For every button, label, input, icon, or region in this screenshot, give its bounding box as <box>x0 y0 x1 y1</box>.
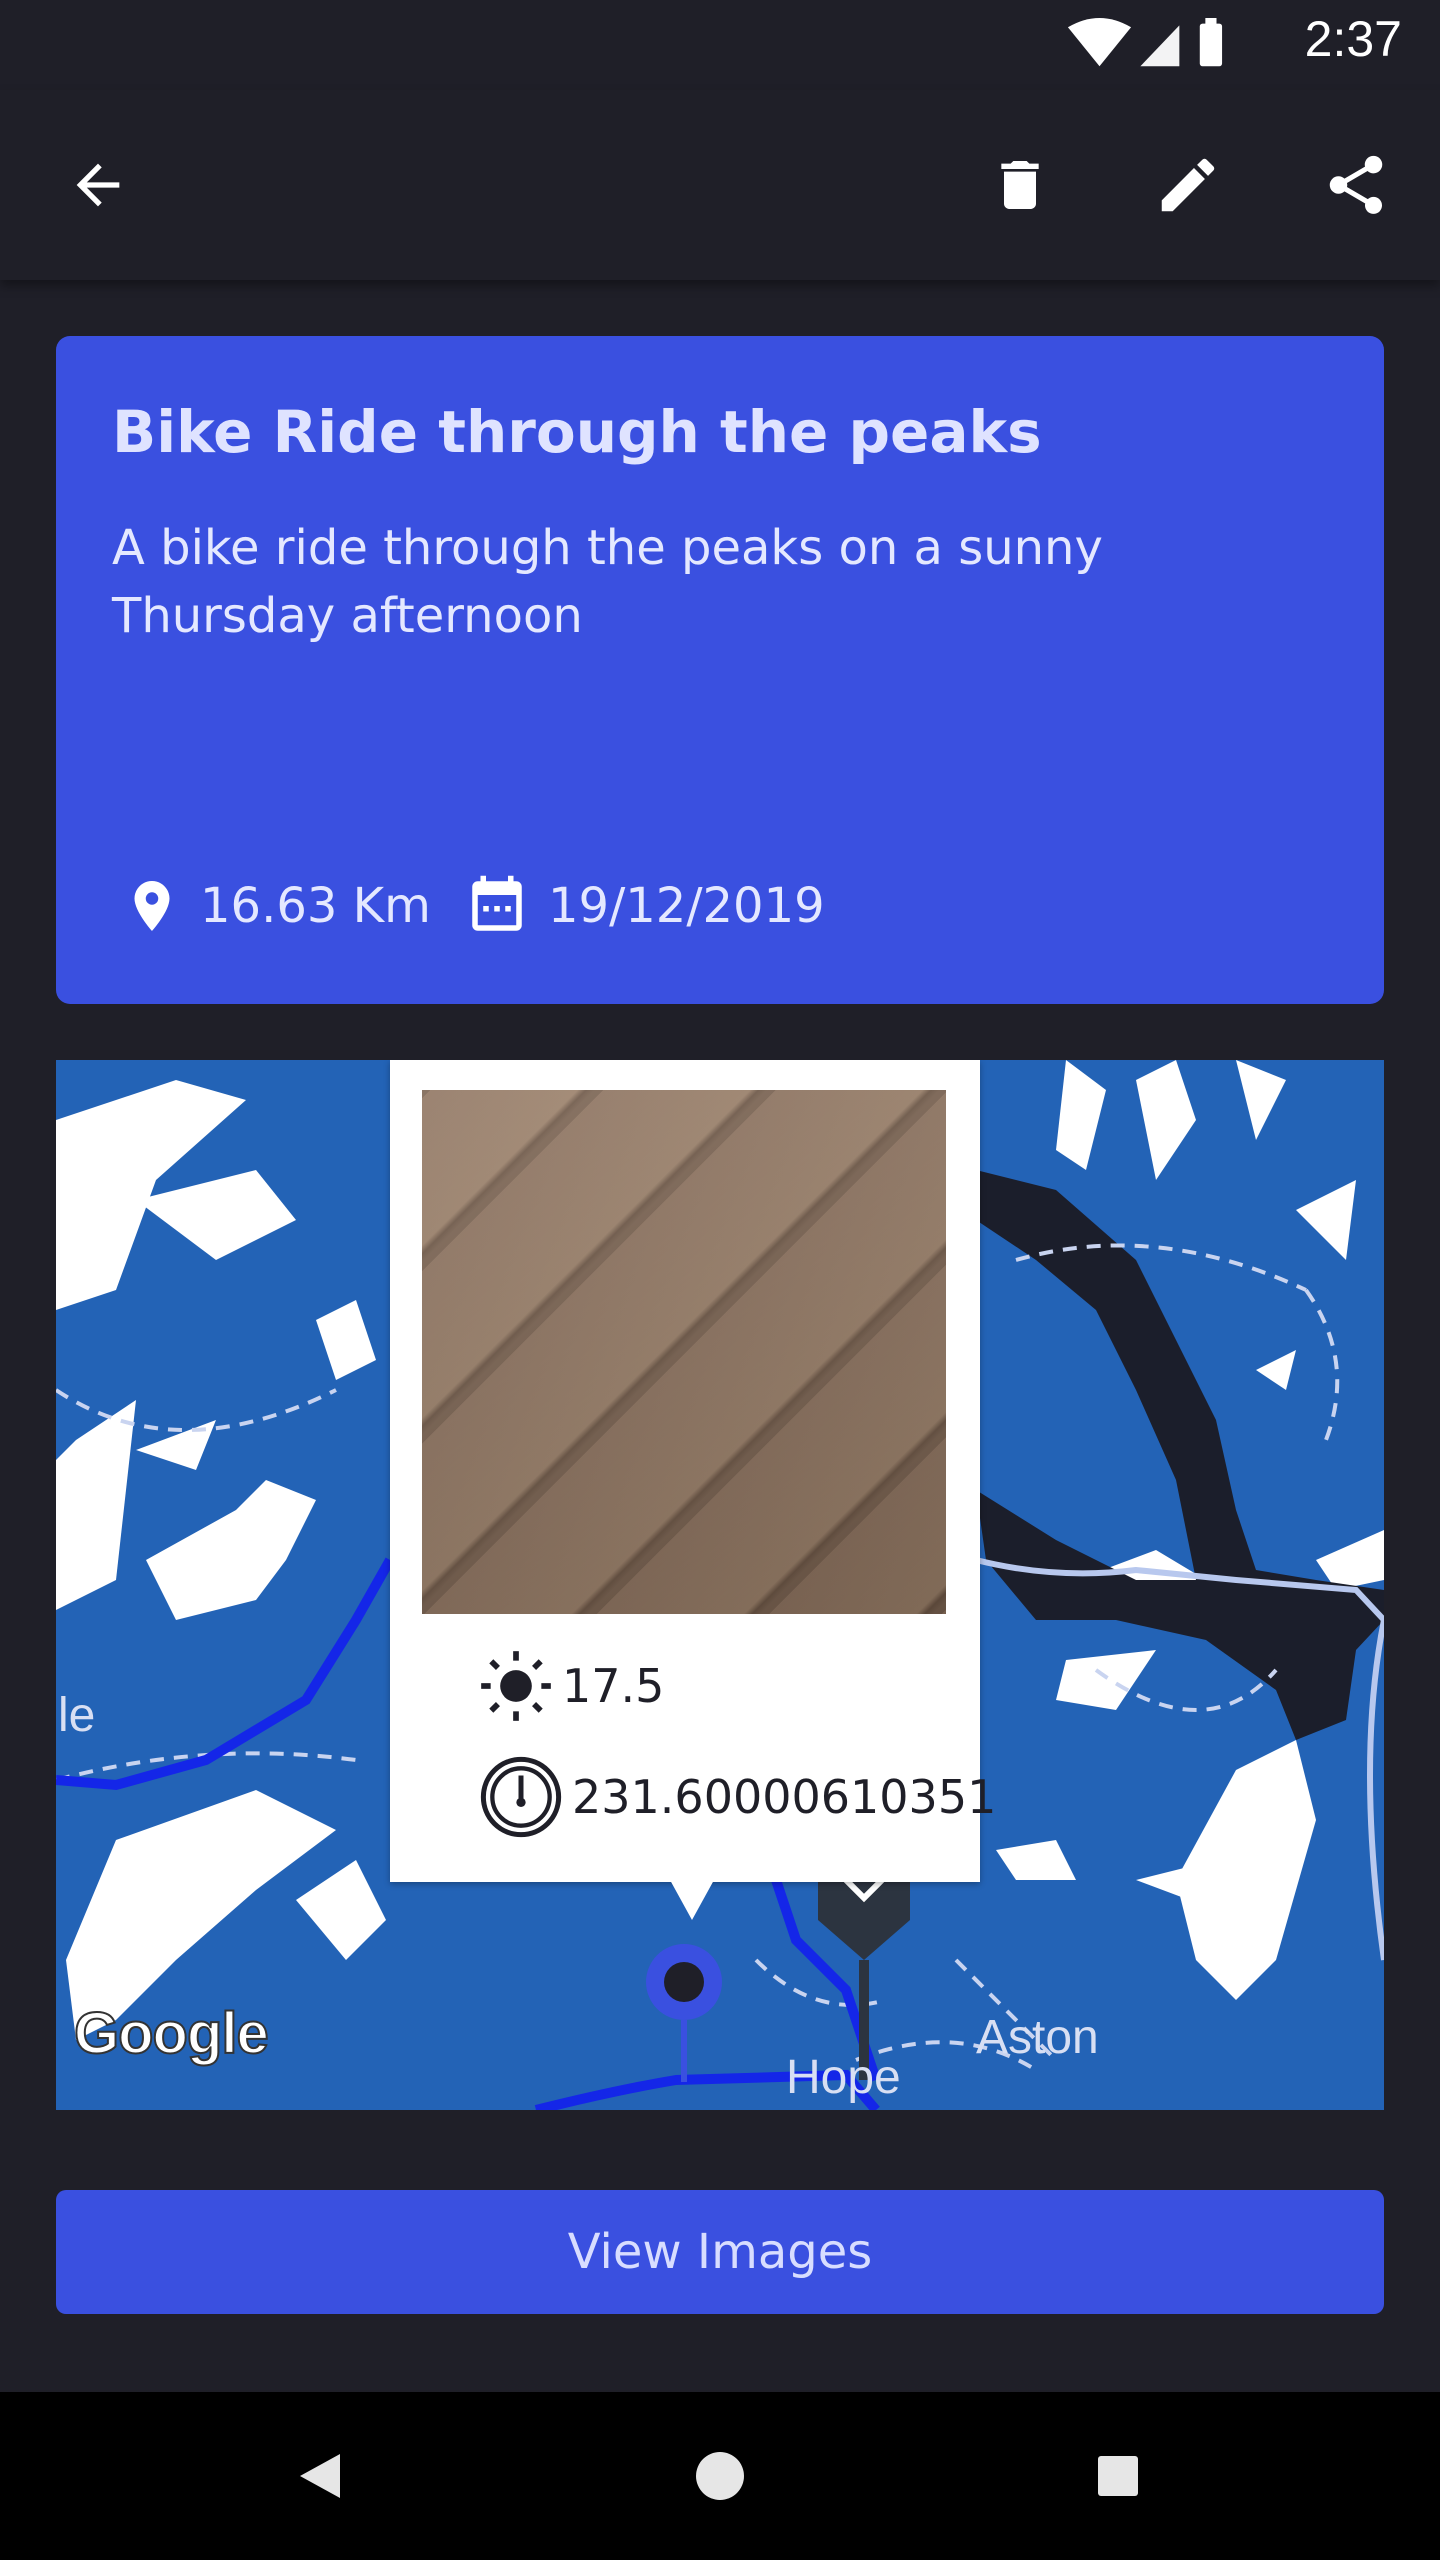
brightness-row: 17.5 <box>478 1648 664 1724</box>
map-label-left: le <box>58 1689 96 1742</box>
trip-distance: 16.63 Km <box>122 866 431 946</box>
status-time: 2:37 <box>1304 11 1402 67</box>
compass-icon <box>480 1756 562 1838</box>
share-icon <box>1329 155 1383 214</box>
brightness-value: 17.5 <box>562 1659 665 1713</box>
nav-home-button[interactable] <box>670 2426 770 2526</box>
system-nav-bar <box>0 2392 1440 2560</box>
heading-value: 231.60000610351 <box>572 1770 997 1824</box>
trash-icon <box>1001 161 1039 209</box>
trip-title: Bike Ride through the peaks <box>112 398 1042 466</box>
circle-home-icon <box>696 2452 744 2500</box>
nav-back-button[interactable] <box>270 2426 370 2526</box>
signal-icon <box>1140 25 1180 67</box>
route-map[interactable]: le Hope Aston 17.5 231.60000610351 Googl… <box>56 1060 1384 2110</box>
photo-info-window[interactable]: 17.5 231.60000610351 <box>390 1060 996 1882</box>
map-label-hope: Hope <box>786 2051 901 2104</box>
view-images-button[interactable]: View Images <box>56 2190 1384 2314</box>
map-label-aston: Aston <box>976 2011 1099 2064</box>
nav-recents-button[interactable] <box>1068 2426 1168 2526</box>
square-recents-icon <box>1098 2456 1138 2496</box>
arrow-left-icon <box>76 163 120 207</box>
wifi-icon <box>1067 18 1132 67</box>
photo-thumbnail[interactable] <box>422 1090 946 1614</box>
battery-icon <box>1199 23 1223 67</box>
share-button[interactable] <box>1306 135 1406 235</box>
sun-icon <box>481 1651 551 1721</box>
google-attribution: Google <box>73 2000 270 2067</box>
date-value: 19/12/2019 <box>548 878 825 934</box>
delete-button[interactable] <box>970 135 1070 235</box>
back-button[interactable] <box>48 135 148 235</box>
edit-button[interactable] <box>1138 135 1238 235</box>
heading-row: 231.60000610351 <box>478 1754 996 1840</box>
trip-card: Bike Ride through the peaks A bike ride … <box>56 336 1384 1004</box>
triangle-back-icon <box>300 2454 340 2498</box>
trip-description: A bike ride through the peaks on a sunny… <box>112 520 1103 644</box>
info-window-tail <box>670 1880 714 1920</box>
status-bar: 2:37 <box>0 0 1440 90</box>
app-bar <box>0 90 1440 280</box>
calendar-icon <box>472 875 522 931</box>
map-pin-icon <box>134 881 170 931</box>
pencil-icon <box>1161 158 1215 212</box>
distance-value: 16.63 Km <box>200 878 431 934</box>
status-icons <box>1067 18 1223 67</box>
trip-date: 19/12/2019 <box>464 866 825 946</box>
